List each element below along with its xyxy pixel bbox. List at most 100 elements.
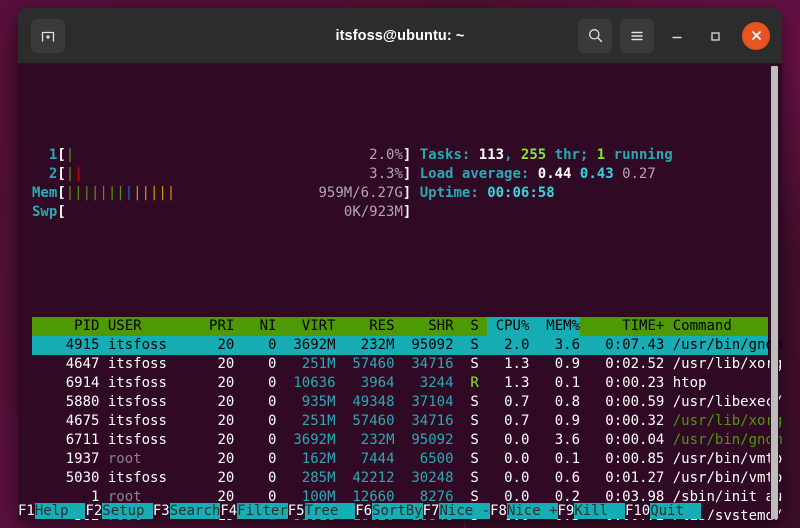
terminal-scrollbar[interactable] [770,66,779,519]
function-key-f3[interactable]: F3 [153,503,170,519]
cell-cpu: 0.0 [487,470,529,486]
cell-virt: 251M [285,356,336,372]
meter-label: Swp [32,204,57,220]
function-key-f6[interactable]: F6 [355,503,372,519]
terminal-content[interactable]: 1[| 2.0%] 2[|| 3.3%]Mem[||||||||||||| 95… [18,64,782,520]
meter-bar-cell: | [83,184,91,203]
scrollbar-thumb[interactable] [771,66,778,519]
function-bar-filler [701,503,709,519]
running-count: 1 [597,147,605,163]
table-row[interactable]: 5030 itsfoss 20 0 285M 42212 30248 S 0.0… [32,469,768,488]
cell-cpu: 2.0 [487,337,529,353]
function-label-f8[interactable]: Nice + [507,503,558,519]
column-header-ni[interactable]: NI [243,317,277,336]
minimize-icon [670,29,684,43]
column-header-s[interactable]: S [462,317,479,336]
menu-button[interactable] [620,19,654,53]
table-row[interactable]: 1937 root 20 0 162M 7444 6500 S 0.0 0.1 … [32,450,768,469]
cell-time: 0:00.32 [588,413,664,429]
threads-label: thr; [546,147,597,163]
function-key-f10[interactable]: F10 [625,503,650,519]
minimize-button[interactable] [662,21,692,51]
meter-bar-cell: | [108,184,116,203]
tasks-count: 113 [479,147,504,163]
function-label-f4[interactable]: Filter [237,503,288,519]
uptime-label: Uptime: [420,185,479,201]
meter-bar-cell: | [125,184,133,203]
meter-bracket-close: ] [403,166,411,182]
maximize-button[interactable] [700,21,730,51]
table-row[interactable]: 6914 itsfoss 20 0 10636 3964 3244 R 1.3 … [32,374,768,393]
tasks-stat: Tasks: 113, 255 thr; 1 running [420,146,673,165]
meter-value: 2.0% [310,147,403,163]
cell-cpu: 0.0 [487,432,529,448]
meter-bar-cell: | [66,184,74,203]
function-key-f7[interactable]: F7 [423,503,440,519]
column-header-time[interactable]: TIME+ [588,317,664,336]
new-tab-icon [40,28,56,44]
column-header-mem[interactable]: MEM% [538,317,580,336]
meter-label: Mem [32,185,57,201]
cell-res: 42212 [344,470,395,486]
column-header-cpu[interactable]: CPU% [487,317,529,336]
cell-shr: 34716 [403,413,454,429]
function-label-f5[interactable]: Tree [305,503,356,519]
cell-time: 0:00.23 [588,375,664,391]
function-key-f2[interactable]: F2 [85,503,102,519]
function-key-f4[interactable]: F4 [220,503,237,519]
function-key-f5[interactable]: F5 [288,503,305,519]
cell-s: S [462,337,479,353]
column-header-res[interactable]: RES [344,317,395,336]
function-key-f8[interactable]: F8 [490,503,507,519]
column-header-pid[interactable]: PID [32,317,99,336]
function-label-f9[interactable]: Kill [574,503,625,519]
cell-mem: 3.6 [538,337,580,353]
cell-pid: 5030 [32,470,99,486]
meter-value: 3.3% [310,166,403,182]
meter-bracket-close: ] [403,147,411,163]
cell-pri: 20 [201,432,235,448]
table-row[interactable]: 4915 itsfoss 20 0 3692M 232M 95092 S 2.0… [32,336,768,355]
meter-bar-cell: | [74,184,82,203]
table-row[interactable]: 5880 itsfoss 20 0 935M 49348 37104 S 0.7… [32,393,768,412]
cell-pid: 5880 [32,394,99,410]
column-gap [479,317,487,336]
column-header-pri[interactable]: PRI [201,317,235,336]
meter-bracket-close: ] [403,185,411,201]
cell-command: /usr/bin/gnome- [673,432,782,448]
function-label-f6[interactable]: SortBy [372,503,423,519]
close-button[interactable] [742,22,770,50]
search-button[interactable] [578,19,612,53]
column-header-virt[interactable]: VIRT [285,317,336,336]
cell-ni: 0 [243,356,277,372]
function-label-f10[interactable]: Quit [650,503,701,519]
column-header-shr[interactable]: SHR [403,317,454,336]
cell-virt: 3692M [285,432,336,448]
function-key-f1[interactable]: F1 [18,503,35,519]
cell-mem: 0.6 [538,470,580,486]
load-15min: 0.27 [622,166,656,182]
meter-row: 1[| 2.0%] [32,146,411,165]
meter-bar-cell: | [116,184,124,203]
load-1min: 0.44 [538,166,572,182]
cell-res: 57460 [344,413,395,429]
function-label-f7[interactable]: Nice - [439,503,490,519]
cell-res: 57460 [344,356,395,372]
cell-pri: 20 [201,413,235,429]
table-row[interactable]: 6711 itsfoss 20 0 3692M 232M 95092 S 0.0… [32,431,768,450]
table-row[interactable]: 4675 itsfoss 20 0 251M 57460 34716 S 0.7… [32,412,768,431]
cell-ni: 0 [243,337,277,353]
column-header-command[interactable]: Command [673,317,782,336]
function-label-f1[interactable]: Help [35,503,86,519]
function-label-f2[interactable]: Setup [102,503,153,519]
table-row[interactable]: 4647 itsfoss 20 0 251M 57460 34716 S 1.3… [32,355,768,374]
column-header-user[interactable]: USER [108,317,192,336]
function-key-f9[interactable]: F9 [558,503,575,519]
close-icon [750,29,763,42]
cell-cpu: 0.0 [487,451,529,467]
htop-function-bar: F1Help F2Setup F3SearchF4FilterF5Tree F6… [18,502,782,520]
hamburger-menu-icon [629,28,645,44]
function-label-f3[interactable]: Search [170,503,221,519]
meter-label: 1 [32,147,57,163]
new-tab-button[interactable] [31,19,65,53]
